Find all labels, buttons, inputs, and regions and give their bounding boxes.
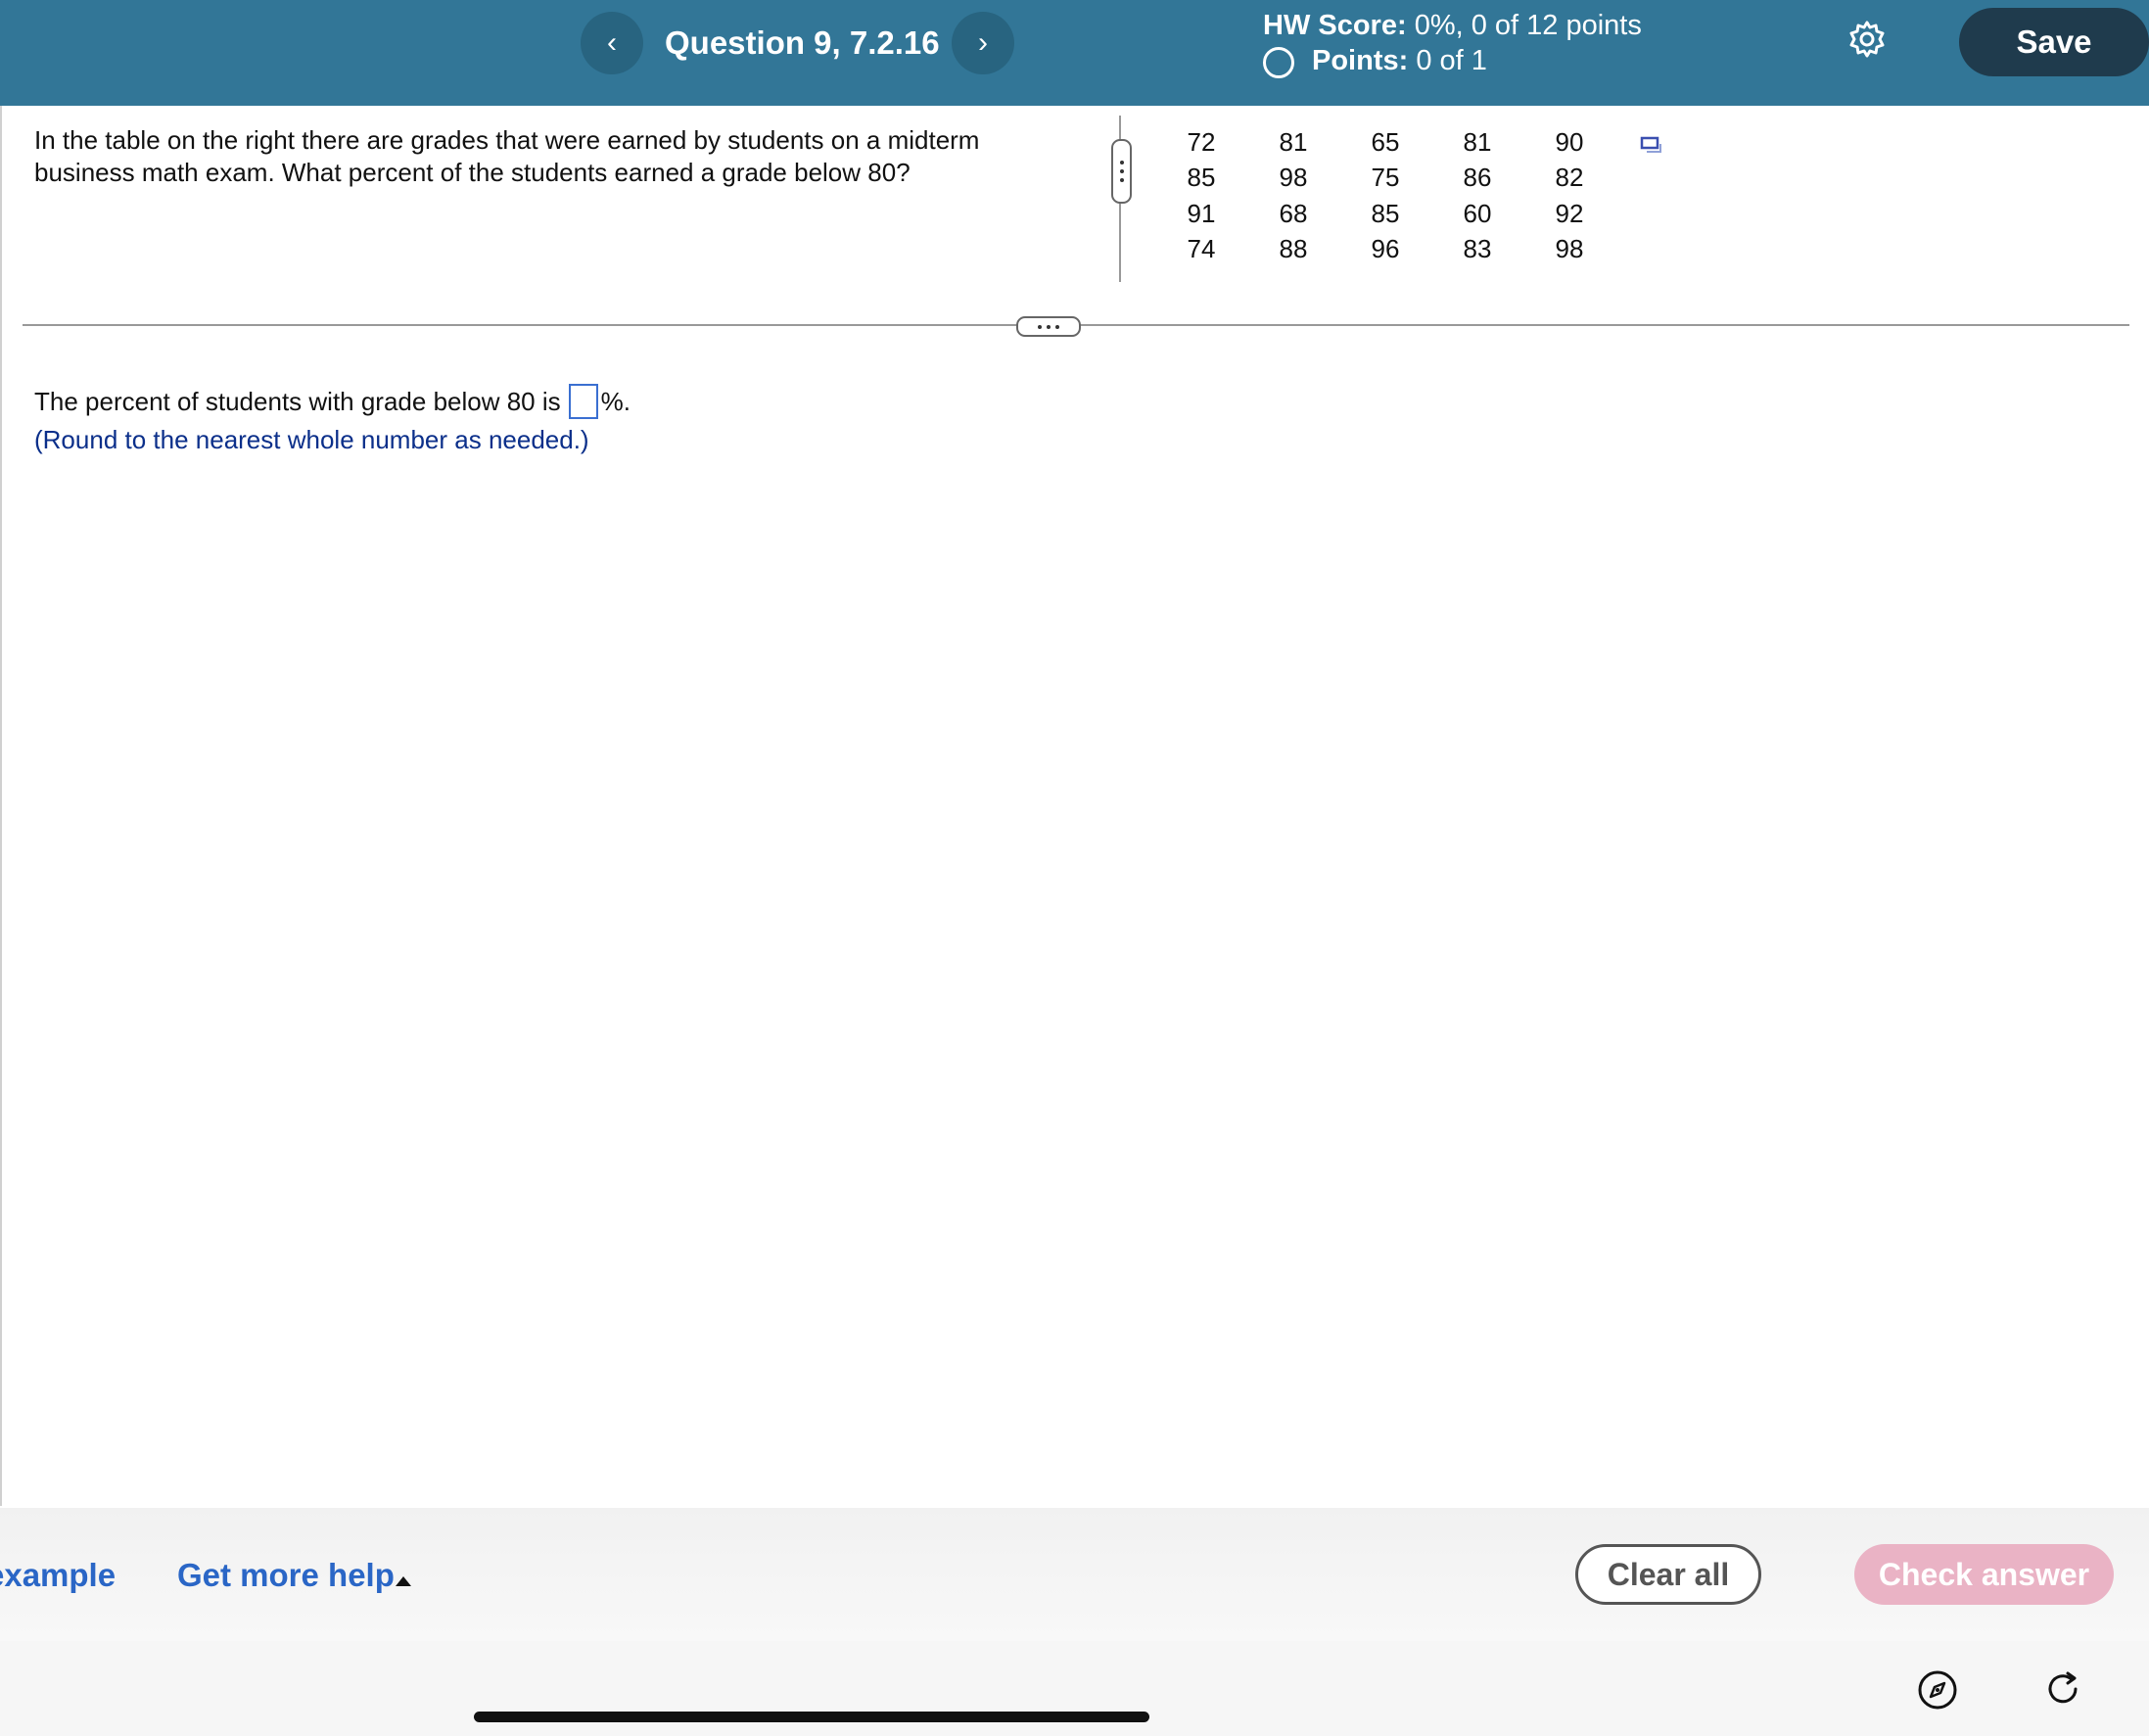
- table-cell: 91: [1187, 198, 1216, 228]
- table-cell: 82: [1555, 163, 1584, 193]
- vertical-resize-handle[interactable]: [1111, 139, 1132, 204]
- points-status-icon: [1263, 47, 1294, 78]
- table-cell: 74: [1187, 234, 1216, 264]
- table-cell: 72: [1187, 126, 1216, 157]
- clear-all-button[interactable]: Clear all: [1575, 1544, 1761, 1605]
- caret-up-icon: [396, 1576, 411, 1586]
- rounding-hint: (Round to the nearest whole number as ne…: [34, 425, 589, 454]
- table-row: 85 98 75 86 82: [1155, 161, 1615, 197]
- hw-score-label: HW Score:: [1263, 10, 1407, 41]
- compass-icon[interactable]: [1917, 1669, 1958, 1711]
- table-row: 91 68 85 60 92: [1155, 196, 1615, 232]
- answer-input[interactable]: [568, 384, 598, 419]
- reload-icon[interactable]: [2042, 1667, 2085, 1711]
- question-title: Question 9, 7.2.16: [665, 24, 940, 61]
- answer-line: The percent of students with grade below…: [34, 384, 631, 419]
- answer-prefix: The percent of students with grade below…: [34, 387, 561, 416]
- horizontal-resize-handle[interactable]: [1016, 316, 1081, 337]
- home-indicator: [474, 1712, 1149, 1722]
- table-row: 74 88 96 83 98: [1155, 232, 1615, 268]
- chevron-right-icon: ›: [978, 26, 988, 59]
- table-cell: 81: [1463, 126, 1492, 157]
- panel-left-border: [0, 106, 2, 1506]
- table-cell: 98: [1555, 234, 1584, 264]
- table-cell: 85: [1371, 198, 1400, 228]
- table-cell: 88: [1279, 234, 1308, 264]
- check-answer-button[interactable]: Check answer: [1854, 1544, 2114, 1605]
- points-value: 0 of 1: [1416, 45, 1487, 76]
- points-label: Points:: [1312, 45, 1409, 76]
- table-cell: 86: [1463, 163, 1492, 193]
- table-cell: 65: [1371, 126, 1400, 157]
- table-cell: 90: [1555, 126, 1584, 157]
- table-cell: 85: [1187, 163, 1216, 193]
- table-cell: 75: [1371, 163, 1400, 193]
- question-text: In the table on the right there are grad…: [34, 125, 980, 187]
- points: Points: 0 of 1: [1312, 43, 1487, 78]
- get-more-help-link[interactable]: Get more help: [177, 1557, 395, 1594]
- answer-suffix: %.: [600, 387, 631, 416]
- table-cell: 92: [1555, 198, 1584, 228]
- chevron-left-icon: ‹: [607, 26, 617, 59]
- table-cell: 81: [1279, 126, 1308, 157]
- table-cell: 68: [1279, 198, 1308, 228]
- top-header: ‹ Question 9, 7.2.16 › HW Score: 0%, 0 o…: [0, 0, 2149, 106]
- table-row: 72 81 65 81 90: [1155, 124, 1615, 161]
- view-example-link[interactable]: example: [0, 1557, 116, 1594]
- table-cell: 60: [1463, 198, 1492, 228]
- copy-data-icon[interactable]: [1639, 134, 1664, 160]
- table-cell: 98: [1279, 163, 1308, 193]
- grades-table: 72 81 65 81 90 85 98 75 86 82 91 68 85 6…: [1155, 124, 1615, 267]
- save-button[interactable]: Save: [1959, 8, 2149, 76]
- hw-score: HW Score: 0%, 0 of 12 points: [1263, 8, 1642, 43]
- previous-question-button[interactable]: ‹: [581, 12, 643, 74]
- table-cell: 83: [1463, 234, 1492, 264]
- table-cell: 96: [1371, 234, 1400, 264]
- hw-score-value: 0%, 0 of 12 points: [1414, 10, 1642, 41]
- next-question-button[interactable]: ›: [952, 12, 1014, 74]
- gear-icon[interactable]: [1847, 20, 1887, 59]
